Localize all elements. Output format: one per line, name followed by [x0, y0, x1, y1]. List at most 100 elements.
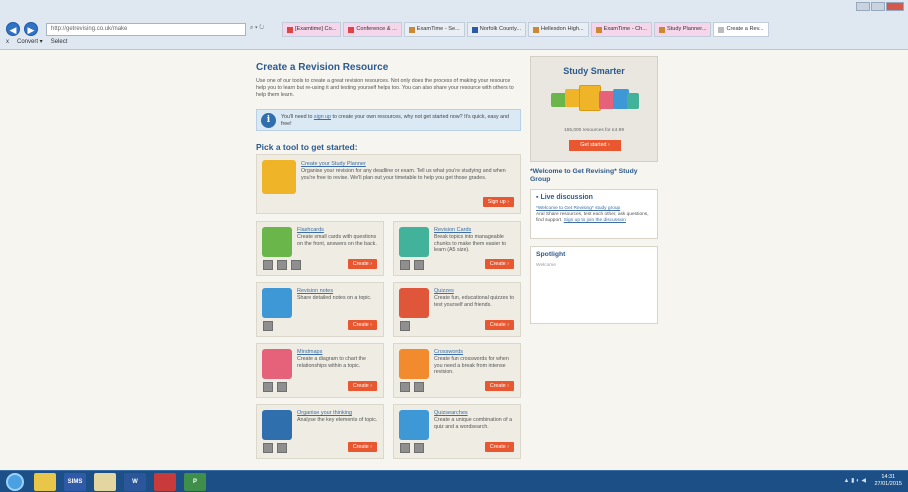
browser-tab[interactable]: [Examtime] Co... — [282, 22, 342, 37]
publisher-icon[interactable]: P — [184, 473, 206, 491]
intro-text: Use one of our tools to create a great r… — [256, 78, 514, 98]
create-button[interactable]: Create › — [484, 381, 514, 391]
spotlight-text: Welcome — [536, 263, 556, 268]
tool-title[interactable]: Quizzes — [434, 288, 454, 294]
study-group-title[interactable]: *Welcome to Get Revising* Study Group — [530, 168, 658, 184]
create-button[interactable]: Create › — [484, 259, 514, 269]
feature-icon — [414, 443, 424, 453]
tool-icon — [399, 349, 429, 379]
browser-tab[interactable]: Conference & ... — [343, 22, 402, 37]
create-label: Create — [352, 322, 369, 328]
browser-tab[interactable]: ExamTime - Se... — [403, 22, 465, 37]
back-button[interactable]: ◀ — [6, 22, 20, 36]
minimize-button[interactable] — [856, 2, 870, 11]
mail-icon — [348, 26, 355, 33]
folder-icon[interactable] — [94, 473, 116, 491]
examtime-icon — [658, 26, 665, 33]
address-bar[interactable]: http://getrevising.co.uk/make — [46, 23, 246, 36]
dropdown-icon[interactable]: ▾ — [255, 25, 258, 31]
sims-icon[interactable]: SIMS — [64, 473, 86, 491]
study-group-link[interactable]: *Welcome to Get Revising* study group — [536, 206, 620, 211]
clock[interactable]: 14:31 27/01/2015 — [874, 474, 902, 488]
tool-icon — [399, 227, 429, 257]
taskbar-app-label: W — [132, 479, 138, 485]
window-controls — [856, 2, 904, 11]
tool-desc: Create fun, educational quizzes to test … — [434, 295, 515, 308]
browser-tab[interactable]: Norfolk County... — [466, 22, 527, 37]
tool-feature-icons — [400, 321, 410, 331]
live-discussion-title: ▪ Live discussion — [536, 194, 593, 201]
convert-label: Convert — [17, 39, 39, 45]
tool-title[interactable]: Flashcards — [297, 227, 324, 233]
tool-icon — [262, 227, 292, 257]
word-icon[interactable]: W — [124, 473, 146, 491]
create-button[interactable]: Create › — [484, 442, 514, 452]
pdf-icon[interactable] — [154, 473, 176, 491]
tab-label: [Examtime] Co... — [295, 26, 337, 32]
examtime-icon — [408, 26, 415, 33]
browser-tab[interactable]: Study Planner... — [653, 22, 712, 37]
maximize-button[interactable] — [871, 2, 885, 11]
tool-title[interactable]: Organise your thinking — [297, 410, 352, 416]
signup-info-box: i You'll need to sign up to create your … — [256, 109, 521, 131]
create-button[interactable]: Create › — [347, 320, 377, 330]
browser-tab[interactable]: Hellesdon High... — [528, 22, 589, 37]
feature-icon — [277, 260, 287, 270]
search-icon[interactable]: ⌕ — [250, 25, 253, 31]
select-label: Select — [50, 38, 68, 45]
taskbar-app-label: P — [192, 479, 197, 485]
create-button[interactable]: Create › — [347, 381, 377, 391]
feature-icon — [277, 443, 287, 453]
close-window-button[interactable] — [886, 2, 904, 11]
tool-title[interactable]: Revision notes — [297, 288, 333, 294]
get-started-label: Get started — [580, 142, 607, 148]
tool-icon — [262, 349, 292, 379]
convert-button[interactable]: Convert ▾ — [17, 38, 43, 45]
create-button[interactable]: Create › — [347, 259, 377, 269]
start-button[interactable] — [6, 473, 24, 491]
sign-up-button[interactable]: Sign up › — [482, 197, 514, 207]
forward-button[interactable]: ▶ — [24, 22, 38, 36]
ie-icon[interactable] — [34, 473, 56, 491]
page-icon — [718, 26, 725, 33]
info-text: You'll need to sign up to create your ow… — [281, 114, 517, 128]
tab-label: Hellesdon High... — [541, 26, 584, 32]
info-icon: i — [261, 113, 276, 128]
chat-icon: ▪ — [536, 194, 539, 201]
mail-icon — [287, 26, 293, 33]
close-toolbar-icon[interactable]: x — [6, 39, 9, 45]
join-discussion-link[interactable]: Sign up to join the discussion — [564, 218, 626, 223]
tool-desc: Create a unique combination of a quiz an… — [434, 417, 513, 430]
feature-icon — [400, 443, 410, 453]
create-button[interactable]: Create › — [484, 320, 514, 330]
tool-desc: Create small cards with questions on the… — [297, 234, 377, 247]
sign-up-link[interactable]: sign up — [314, 114, 331, 120]
feature-icon — [263, 382, 273, 392]
select-button[interactable]: Select — [51, 39, 68, 45]
tool-card: Quizzes Create fun, educational quizzes t… — [393, 282, 521, 337]
feature-icon — [400, 321, 410, 331]
planner-desc: Organise your revision for any deadline … — [301, 168, 506, 181]
tool-desc: Break topics into manageable chunks to m… — [434, 234, 507, 253]
tool-title[interactable]: Revision Cards — [434, 227, 471, 233]
create-label: Create — [352, 261, 369, 267]
tool-card: Revision Cards Break topics into manageab… — [393, 221, 521, 276]
feature-icon — [263, 321, 273, 331]
tool-card: Revision notes Share detailed notes on a … — [256, 282, 384, 337]
tool-icon — [262, 288, 292, 318]
study-smarter-graphic — [551, 85, 639, 115]
study-smarter-panel: Study Smarter 165,000 resources for £4.9… — [530, 56, 658, 162]
refresh-icon[interactable]: ↻ — [259, 25, 264, 31]
tool-feature-icons — [400, 443, 424, 453]
tool-title[interactable]: Mindmaps — [297, 349, 322, 355]
browser-tab[interactable]: ExamTime - Ch... — [590, 22, 652, 37]
browser-tab[interactable]: Create a Rev... — [713, 22, 769, 37]
create-button[interactable]: Create › — [347, 442, 377, 452]
tool-title[interactable]: Quizsearches — [434, 410, 468, 416]
planner-title[interactable]: Create your Study Planner — [301, 161, 366, 167]
get-started-button[interactable]: Get started › — [569, 140, 621, 151]
grid-icon — [471, 26, 478, 33]
tool-title[interactable]: Crosswords — [434, 349, 463, 355]
examtime-icon — [595, 26, 602, 33]
feature-icon — [414, 382, 424, 392]
